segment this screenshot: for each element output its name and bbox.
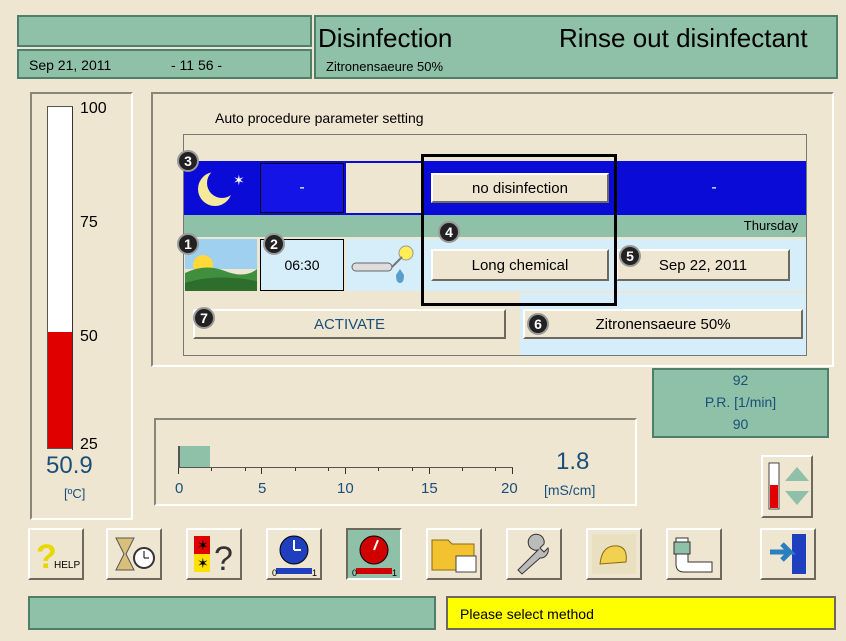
conductivity-value: 1.8 [556, 448, 590, 475]
exit-button[interactable] [760, 528, 816, 580]
svg-text:?: ? [214, 540, 233, 578]
arm-cuff-icon [673, 537, 713, 573]
time-display: - 11 56 - [171, 57, 223, 73]
conductivity-ticks [178, 468, 513, 474]
help-button[interactable]: ? HELP [28, 528, 84, 580]
svg-text:✶: ✶ [197, 537, 209, 553]
svg-text:✶: ✶ [197, 555, 209, 571]
badge-7: 7 [193, 307, 215, 329]
hand-cleaning-icon [592, 534, 636, 574]
status-left-panel [28, 596, 436, 630]
conductivity-panel: 0 5 10 15 20 1.8 [mS/cm] [154, 418, 637, 506]
cond-tick-5: 5 [258, 480, 267, 497]
alarm-help-button[interactable]: ✶ ✶? [186, 528, 242, 580]
thermo-label-50: 50 [80, 328, 98, 345]
agent-subtitle: Zitronensaeure 50% [326, 59, 444, 74]
patient-arm-button[interactable] [666, 528, 722, 580]
service-button[interactable] [506, 528, 562, 580]
date-display: Sep 21, 2011 [29, 57, 112, 73]
clock-program-button[interactable]: 01 [266, 528, 322, 580]
thermometer-fill [48, 332, 72, 448]
temperature-value: 50.9 [46, 452, 93, 479]
night-left-cell: - [260, 163, 344, 213]
night-right-cell: - [624, 163, 804, 213]
time-value: 06:30 [284, 257, 320, 273]
pr-top-value: 92 [732, 372, 749, 388]
level-adjust-widget[interactable] [761, 455, 813, 518]
cond-tick-15: 15 [421, 480, 438, 497]
datetime-panel: Sep 21, 2011 - 11 56 - [17, 49, 312, 79]
thermo-label-75: 75 [80, 214, 98, 231]
svg-text:✶: ✶ [233, 172, 245, 188]
mode-panel: Disinfection Rinse out disinfectant Zitr… [314, 15, 838, 79]
dialog-title: Auto procedure parameter setting [215, 110, 424, 126]
svg-text:1: 1 [312, 568, 317, 578]
night-right-value: - [711, 179, 717, 196]
night-blank-cell [346, 163, 421, 213]
wrench-icon [517, 533, 549, 575]
exit-door-icon [770, 534, 806, 574]
moon-icon: ✶ [185, 163, 257, 213]
badge-4: 4 [438, 221, 460, 243]
status-message-panel: Please select method [446, 596, 836, 630]
cleaning-button[interactable] [586, 528, 642, 580]
phase-title: Rinse out disinfectant [559, 23, 808, 53]
night-left-value: - [299, 179, 305, 196]
badge-6: 6 [527, 313, 549, 335]
mode-title: Disinfection [318, 23, 453, 53]
pr-bottom-value: 90 [732, 416, 749, 432]
svg-text:0: 0 [272, 568, 277, 578]
thermo-label-100: 100 [80, 100, 107, 117]
red-clock-icon: 01 [352, 535, 397, 578]
temperature-unit: [ºC] [64, 486, 86, 501]
thermometer-panel: 100 75 50 25 50.9 [ºC] [30, 92, 133, 520]
auto-procedure-dialog: Auto procedure parameter setting ✶ - no … [151, 92, 834, 367]
thermometer-scale-line [72, 107, 73, 450]
pr-panel: 92 P.R. [1/min] 90 [652, 368, 829, 438]
clock-program-active-button[interactable]: 01 [346, 528, 402, 580]
folder-button[interactable] [426, 528, 482, 580]
cond-tick-10: 10 [337, 480, 354, 497]
activate-button[interactable]: ACTIVATE [193, 309, 506, 339]
date-button[interactable]: Sep 22, 2011 [616, 249, 790, 281]
cond-tick-0: 0 [175, 480, 184, 497]
header-left-top [17, 15, 312, 47]
pr-label: P.R. [1/min] [704, 394, 777, 410]
thermometer-tube [47, 106, 73, 449]
folder-icon [431, 539, 477, 573]
status-message: Please select method [460, 606, 594, 622]
conductivity-bar [178, 446, 513, 468]
conductivity-unit: [mS/cm] [544, 482, 596, 498]
badge-5: 5 [619, 245, 641, 267]
agent-button[interactable]: Zitronensaeure 50% [523, 309, 803, 339]
alarm-question-icon: ✶ ✶? [194, 536, 233, 578]
help-label: HELP [54, 560, 80, 571]
hourglass-clock-icon [115, 537, 155, 571]
badge-1: 1 [177, 233, 199, 255]
weekday-label: Thursday [743, 218, 798, 233]
badge-2: 2 [263, 233, 285, 255]
conductivity-fill [180, 446, 210, 467]
cond-tick-20: 20 [501, 480, 518, 497]
timer-button[interactable] [106, 528, 162, 580]
thermometer-bulb-icon [346, 239, 421, 291]
blue-clock-icon: 01 [272, 535, 317, 578]
svg-text:0: 0 [352, 568, 357, 578]
badge-3: 3 [177, 150, 199, 172]
svg-text:1: 1 [392, 568, 397, 578]
